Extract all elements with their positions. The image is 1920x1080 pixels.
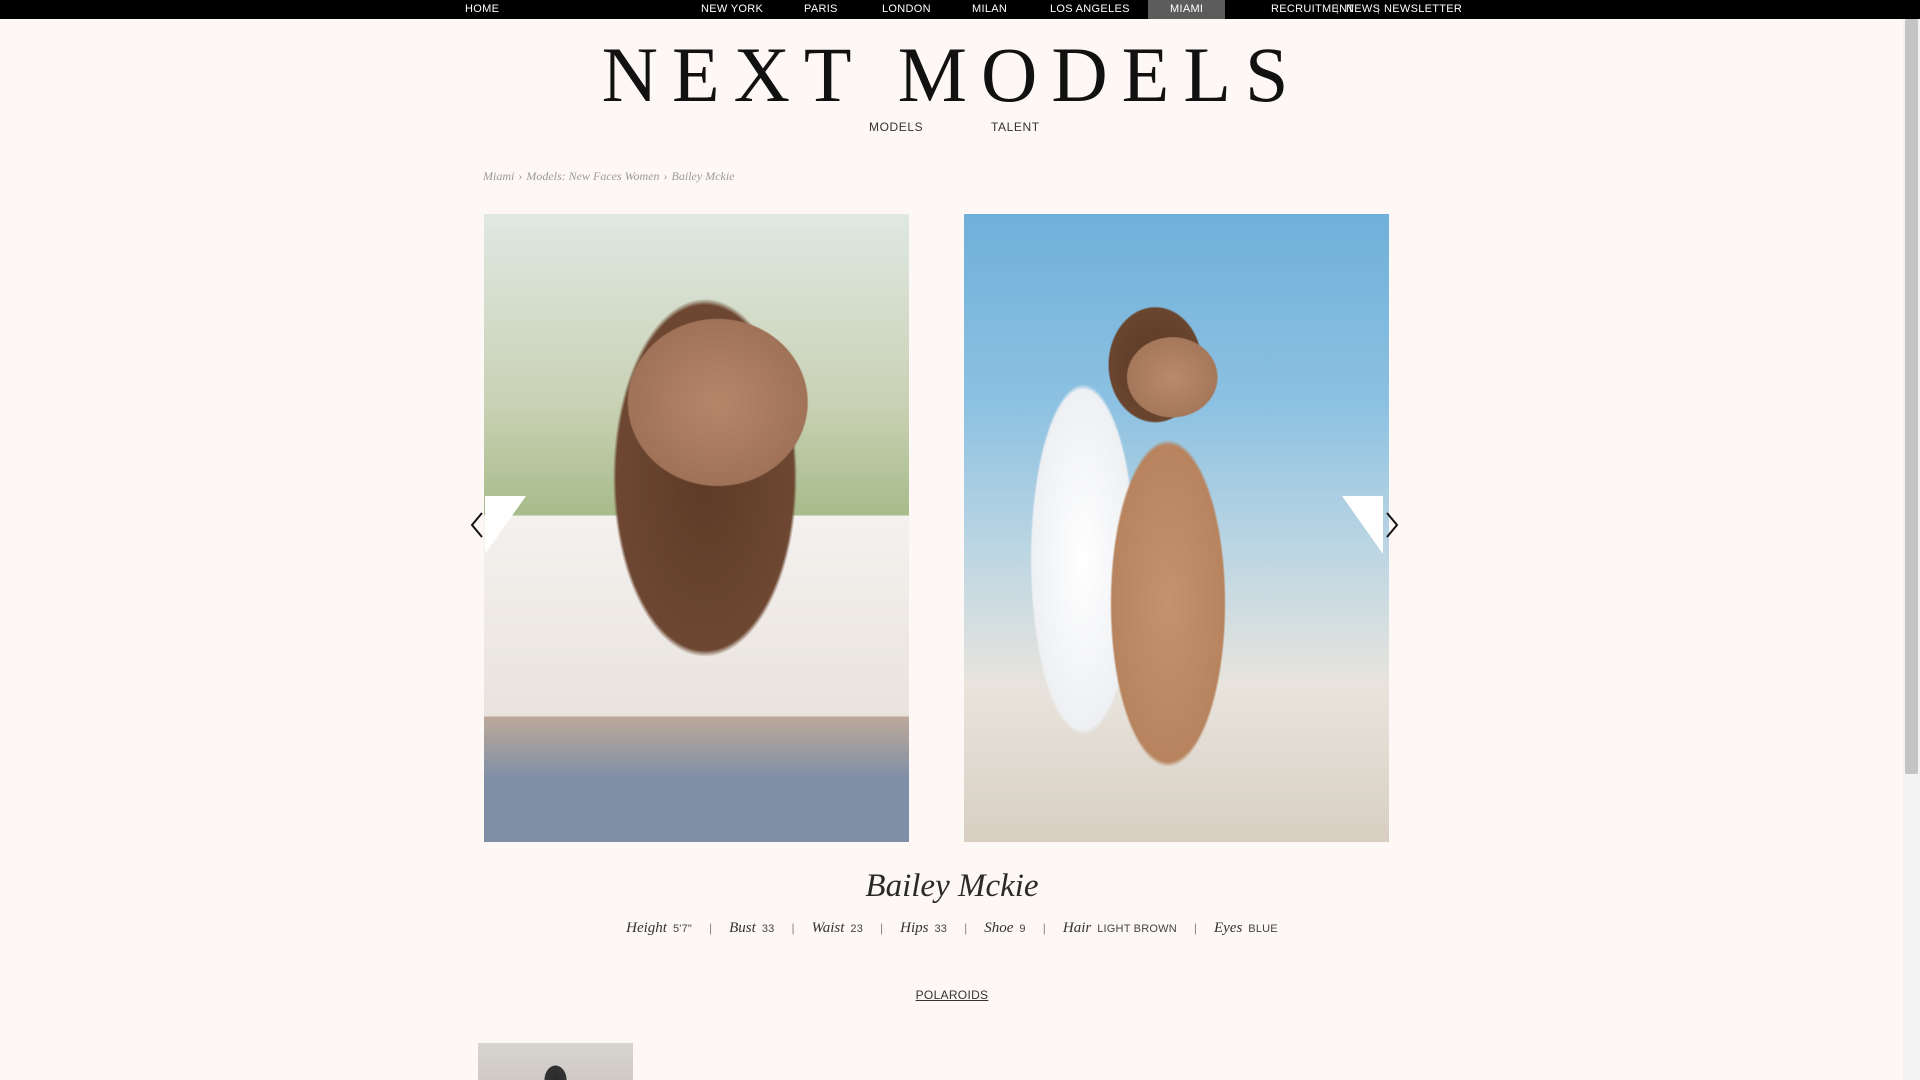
model-stats: Height 5'7" | Bust 33 | Waist 23 | Hips 33 | Shoe 9 | H…	[0, 920, 1904, 937]
next-arrow-button[interactable]	[1342, 496, 1402, 554]
prev-arrow-button[interactable]	[466, 496, 526, 554]
stat-hips: Hips 33	[900, 920, 947, 937]
stat-separator: |	[1193, 921, 1197, 935]
nav-separator: |	[1377, 4, 1380, 15]
stat-value: 23	[850, 923, 864, 935]
stat-shoe: Shoe 9	[984, 920, 1026, 937]
stat-bust: Bust 33	[729, 920, 774, 937]
stat-label: Shoe	[984, 920, 1014, 936]
stat-value: LIGHT BROWN	[1097, 923, 1177, 935]
model-photo-right[interactable]	[964, 214, 1389, 842]
stat-hair: Hair LIGHT BROWN	[1063, 920, 1177, 937]
polaroid-thumbnail[interactable]	[478, 1043, 633, 1080]
nav-city-milan[interactable]: MILAN	[972, 0, 1007, 19]
stat-label: Hips	[900, 920, 929, 936]
breadcrumb-separator: ›	[518, 169, 523, 183]
stat-eyes: Eyes BLUE	[1214, 920, 1278, 937]
chevron-right-icon	[1342, 496, 1399, 554]
chevron-left-icon	[470, 496, 526, 554]
nav-city-miami[interactable]: MIAMI	[1148, 0, 1226, 19]
polaroids-section: POLAROIDS	[0, 988, 1904, 1002]
breadcrumb-miami[interactable]: Miami	[483, 169, 514, 183]
nav-news[interactable]: NEWS	[1346, 0, 1380, 19]
stat-label: Waist	[811, 920, 845, 936]
nav-separator: |	[1336, 4, 1339, 15]
model-name: Bailey Mckie	[865, 868, 1039, 904]
model-photo-left[interactable]	[484, 214, 909, 842]
nav-city-los-angeles[interactable]: LOS ANGELES	[1050, 0, 1130, 19]
nav-city-london[interactable]: LONDON	[882, 0, 931, 19]
stat-separator: |	[791, 921, 795, 935]
stat-value: 33	[761, 923, 775, 935]
scrollbar-thumb[interactable]	[1905, 19, 1918, 774]
nav-city-paris[interactable]: PARIS	[804, 0, 838, 19]
breadcrumb-current: Bailey Mckie	[671, 169, 735, 183]
stat-label: Eyes	[1213, 920, 1243, 936]
top-nav-bar: HOME NEW YORK PARIS LONDON MILAN LOS ANG…	[0, 0, 1920, 19]
nav-newsletter[interactable]: NEWSLETTER	[1384, 0, 1462, 19]
stat-separator: |	[709, 921, 713, 935]
stat-label: Bust	[729, 920, 756, 936]
nav-recruitment[interactable]: RECRUITMENT	[1271, 0, 1354, 19]
stat-value: 33	[934, 923, 948, 935]
stat-waist: Waist 23	[812, 920, 863, 937]
stat-value: 5'7"	[672, 923, 693, 935]
breadcrumb: Miami › Models: New Faces Women › Bailey Mck…	[483, 169, 735, 184]
polaroids-link[interactable]: POLAROIDS	[916, 988, 989, 1002]
subnav-models[interactable]: MODELS	[869, 120, 923, 134]
nav-city-new-york[interactable]: NEW YORK	[701, 0, 763, 19]
stat-label: Height	[626, 920, 667, 936]
subnav-talent[interactable]: TALENT	[991, 120, 1040, 134]
stat-label: Hair	[1062, 920, 1092, 936]
stat-value: 9	[1019, 923, 1026, 935]
stat-separator: |	[880, 921, 884, 935]
nav-home[interactable]: HOME	[465, 0, 499, 19]
site-logo[interactable]: NEXT MODELS	[0, 34, 1904, 116]
breadcrumb-category[interactable]: Models: New Faces Women	[526, 169, 659, 183]
breadcrumb-separator: ›	[663, 169, 668, 183]
stat-value: BLUE	[1248, 923, 1278, 935]
stat-separator: |	[964, 921, 968, 935]
stat-height: Height 5'7"	[626, 920, 692, 937]
stat-separator: |	[1042, 921, 1046, 935]
